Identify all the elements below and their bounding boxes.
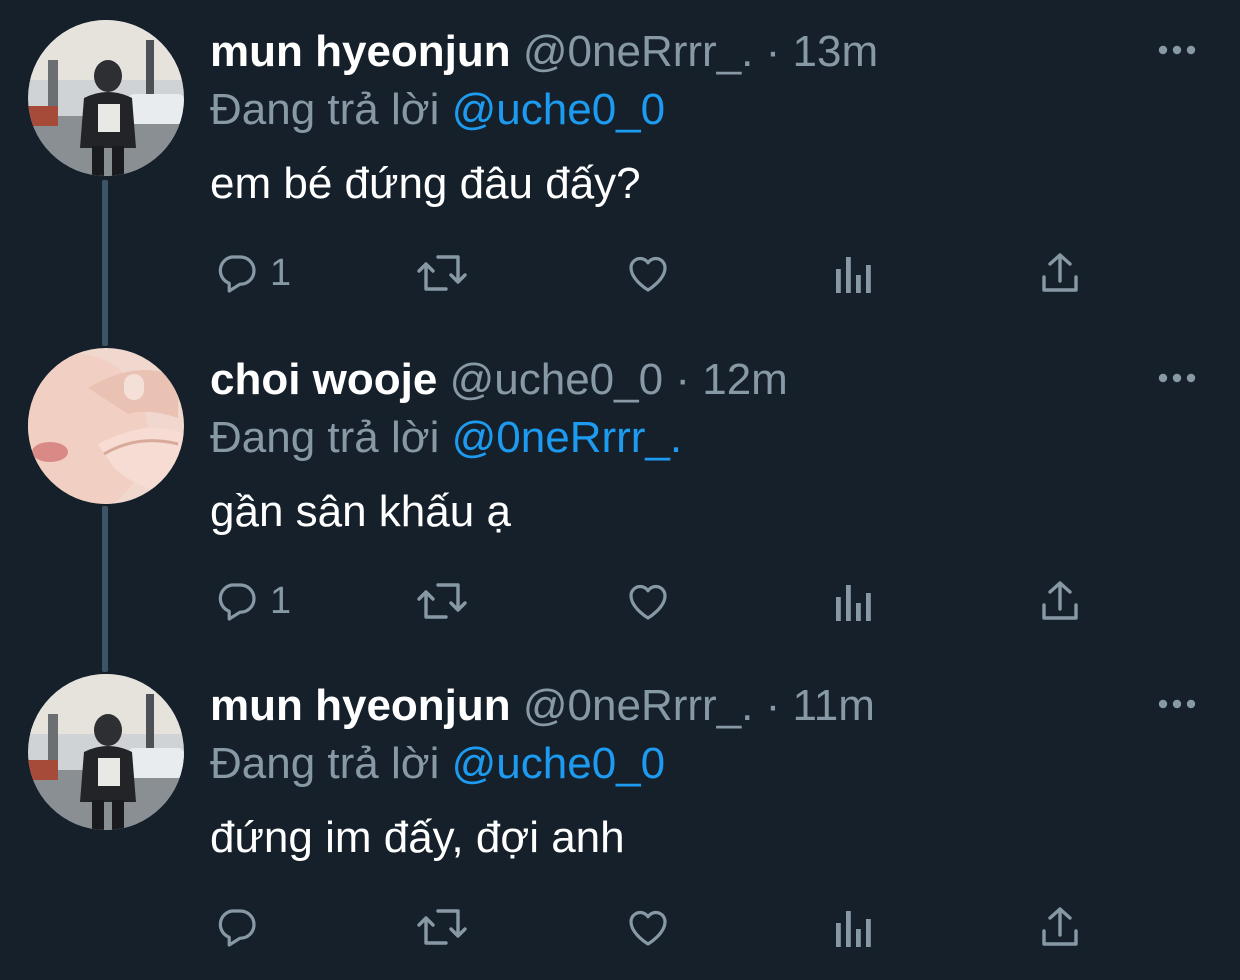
retweet-button[interactable]: [414, 248, 470, 298]
tweet-header: choi wooje @uche0_0 · 12m: [210, 354, 788, 406]
timestamp[interactable]: 12m: [702, 355, 788, 404]
user-handle[interactable]: @0neRrrr_.: [523, 27, 754, 76]
reply-button[interactable]: 1: [212, 576, 291, 626]
analytics-icon: [832, 251, 876, 295]
retweet-button[interactable]: [414, 902, 470, 952]
replying-to: Đang trả lời @0neRrrr_.: [210, 412, 682, 464]
user-handle[interactable]: @uche0_0: [450, 355, 664, 404]
display-name[interactable]: mun hyeonjun: [210, 681, 511, 730]
tweet[interactable]: mun hyeonjun @0neRrrr_. · 13m Đang trả l…: [0, 0, 1240, 326]
share-button[interactable]: [1036, 902, 1084, 952]
retweet-icon: [414, 577, 470, 625]
separator-dot: ·: [765, 681, 781, 730]
retweet-icon: [414, 249, 470, 297]
share-icon: [1036, 577, 1084, 625]
share-icon: [1036, 249, 1084, 297]
timestamp[interactable]: 13m: [793, 27, 879, 76]
analytics-button[interactable]: [832, 902, 876, 952]
more-icon[interactable]: [1156, 40, 1198, 60]
tweet-text: gần sân khấu ạ: [210, 487, 511, 536]
replying-prefix: Đang trả lời: [210, 413, 440, 462]
retweet-icon: [414, 903, 470, 951]
reply-count: 1: [270, 580, 292, 622]
analytics-icon: [832, 905, 876, 949]
reply-icon: [212, 577, 260, 625]
tweet-text: em bé đứng đâu đấy?: [210, 159, 641, 208]
analytics-button[interactable]: [832, 576, 876, 626]
mention-link[interactable]: @uche0_0: [452, 85, 666, 134]
like-button[interactable]: [624, 902, 672, 952]
mention-link[interactable]: @uche0_0: [452, 739, 666, 788]
like-button[interactable]: [624, 576, 672, 626]
reply-icon: [212, 903, 260, 951]
action-bar: 1: [0, 228, 1240, 318]
timestamp[interactable]: 11m: [793, 681, 875, 730]
tweet[interactable]: choi wooje @uche0_0 · 12m Đang trả lời @…: [0, 328, 1240, 654]
tweet-header: mun hyeonjun @0neRrrr_. · 11m: [210, 680, 875, 732]
tweet-header: mun hyeonjun @0neRrrr_. · 13m: [210, 26, 878, 78]
avatar[interactable]: [28, 348, 184, 504]
more-icon[interactable]: [1156, 694, 1198, 714]
like-icon: [624, 577, 672, 625]
avatar[interactable]: [28, 20, 184, 176]
analytics-button[interactable]: [832, 248, 876, 298]
action-bar: [0, 882, 1240, 972]
display-name[interactable]: mun hyeonjun: [210, 27, 511, 76]
replying-to: Đang trả lời @uche0_0: [210, 738, 665, 790]
like-button[interactable]: [624, 248, 672, 298]
replying-prefix: Đang trả lời: [210, 85, 440, 134]
like-icon: [624, 249, 672, 297]
display-name[interactable]: choi wooje: [210, 355, 437, 404]
separator-dot: ·: [765, 27, 781, 76]
tweet-text: đứng im đấy, đợi anh: [210, 813, 625, 862]
reply-button[interactable]: 1: [212, 248, 291, 298]
share-button[interactable]: [1036, 576, 1084, 626]
reply-icon: [212, 249, 260, 297]
action-bar: 1: [0, 556, 1240, 646]
retweet-button[interactable]: [414, 576, 470, 626]
avatar[interactable]: [28, 674, 184, 830]
mention-link[interactable]: @0neRrrr_.: [452, 413, 683, 462]
like-icon: [624, 903, 672, 951]
share-button[interactable]: [1036, 248, 1084, 298]
tweet[interactable]: mun hyeonjun @0neRrrr_. · 11m Đang trả l…: [0, 654, 1240, 980]
analytics-icon: [832, 579, 876, 623]
share-icon: [1036, 903, 1084, 951]
separator-dot: ·: [675, 355, 690, 404]
replying-prefix: Đang trả lời: [210, 739, 440, 788]
replying-to: Đang trả lời @uche0_0: [210, 84, 665, 136]
user-handle[interactable]: @0neRrrr_.: [523, 681, 754, 730]
reply-count: 1: [270, 252, 292, 294]
more-icon[interactable]: [1156, 368, 1198, 388]
reply-button[interactable]: [212, 902, 270, 952]
